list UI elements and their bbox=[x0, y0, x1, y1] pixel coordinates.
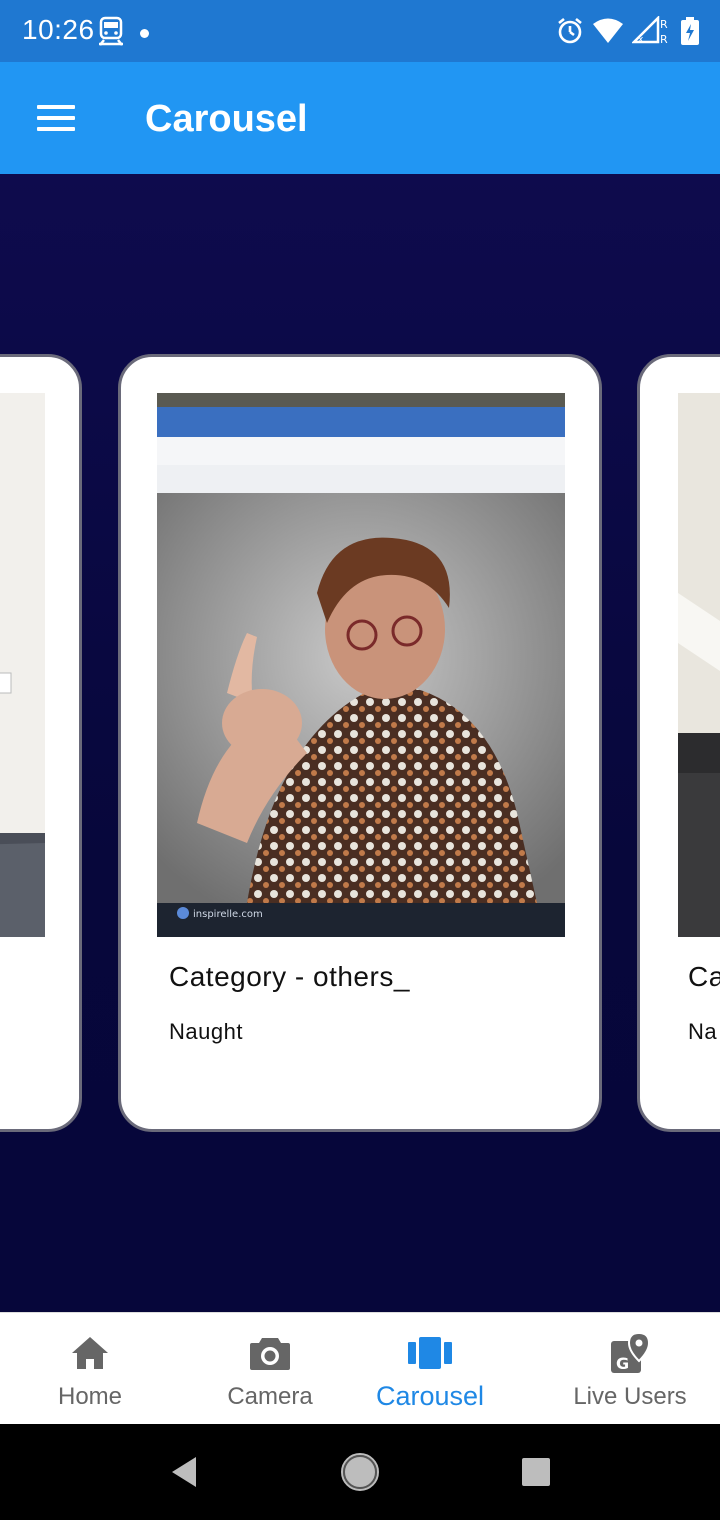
page-title: Carousel bbox=[145, 98, 308, 140]
menu-button[interactable] bbox=[28, 96, 84, 140]
battery-charging-icon bbox=[680, 16, 700, 51]
status-time: 10:26 bbox=[22, 14, 95, 45]
card-image bbox=[0, 393, 45, 937]
status-bar: 10:26 x R R bbox=[0, 0, 720, 62]
camera-icon bbox=[248, 1331, 292, 1375]
alarm-icon bbox=[556, 16, 584, 51]
svg-text:x: x bbox=[638, 35, 644, 45]
card-title: Category - others_ bbox=[169, 961, 410, 992]
cell-signal-icon: x R R bbox=[630, 14, 672, 51]
nav-label: Carousel bbox=[375, 1381, 485, 1411]
app-bar: Carousel bbox=[0, 62, 720, 174]
carousel-card-current[interactable]: inspirelle.com Category - others_ Naught bbox=[118, 354, 602, 1132]
svg-text:R: R bbox=[660, 33, 668, 46]
notification-dot-icon bbox=[140, 29, 149, 38]
card-subtitle: Na bbox=[688, 1019, 718, 1044]
nav-item-camera[interactable]: Camera bbox=[210, 1313, 330, 1425]
carousel[interactable]: inspirelle.com Category - others_ Naught… bbox=[0, 174, 720, 1312]
recents-square-icon bbox=[522, 1458, 550, 1486]
nav-label: Camera bbox=[227, 1383, 313, 1410]
svg-text:R: R bbox=[660, 18, 668, 31]
status-right-icons: x R R bbox=[556, 14, 700, 51]
nav-item-home[interactable]: Home bbox=[40, 1313, 140, 1425]
nav-item-live-users[interactable]: G Live Users bbox=[560, 1313, 700, 1425]
home-icon bbox=[70, 1331, 110, 1375]
nav-label: Home bbox=[57, 1383, 123, 1410]
carousel-card-previous[interactable] bbox=[0, 354, 82, 1132]
hamburger-menu-icon bbox=[37, 105, 75, 131]
carousel-icon bbox=[408, 1331, 452, 1375]
back-triangle-icon bbox=[172, 1457, 196, 1487]
home-system-button[interactable] bbox=[336, 1448, 384, 1496]
back-button[interactable] bbox=[160, 1448, 208, 1496]
train-icon bbox=[98, 16, 124, 51]
recents-button[interactable] bbox=[512, 1448, 560, 1496]
home-circle-icon bbox=[341, 1453, 379, 1491]
carousel-card-next[interactable]: Ca Na bbox=[637, 354, 720, 1132]
bottom-navigation: Home Camera Carousel G Live Users bbox=[0, 1312, 720, 1424]
system-navigation-bar bbox=[0, 1424, 720, 1520]
wifi-icon bbox=[592, 17, 624, 50]
svg-text:inspirelle.com: inspirelle.com bbox=[193, 909, 263, 920]
card-image bbox=[678, 393, 720, 937]
card-image: inspirelle.com bbox=[157, 393, 565, 937]
location-map-icon: G bbox=[609, 1331, 651, 1375]
nav-item-carousel[interactable]: Carousel bbox=[360, 1313, 500, 1425]
status-left-icons bbox=[98, 16, 149, 51]
card-subtitle: Naught bbox=[169, 1019, 243, 1044]
svg-text:G: G bbox=[616, 1354, 629, 1373]
nav-label: Live Users bbox=[573, 1383, 687, 1410]
card-title: Ca bbox=[688, 961, 720, 992]
